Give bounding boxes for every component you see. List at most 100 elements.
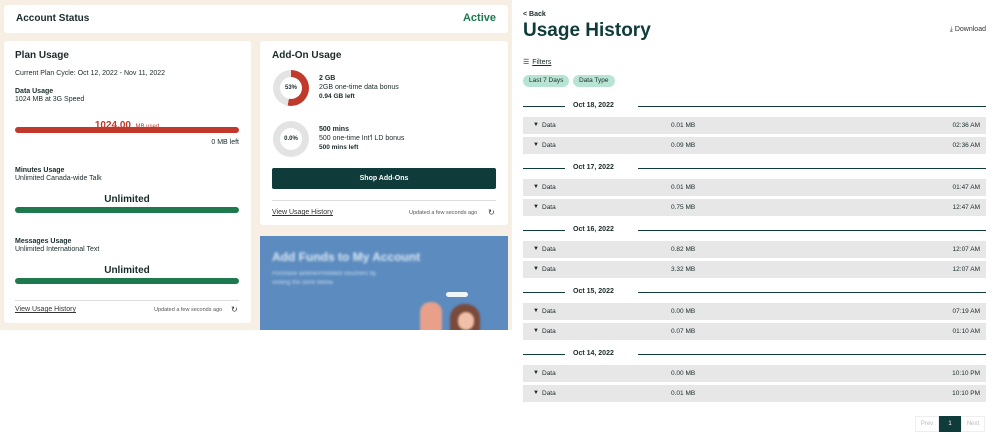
usage-time: 12:07 AM — [952, 245, 980, 253]
table-row[interactable]: ▼ Data 0.82 MB 12:07 AM — [523, 241, 986, 258]
usage-time: 10:10 PM — [952, 369, 980, 377]
updated-text: Updated a few seconds ago — [409, 210, 478, 216]
plan-usage-card: Plan Usage Current Plan Cycle: Oct 12, 2… — [4, 41, 251, 323]
download-icon: ⤓ — [949, 26, 953, 33]
history-group: Oct 18, 2022 ▼ Data 0.01 MB 02:36 AM ▼ Data 0.0… — [523, 98, 986, 154]
table-row[interactable]: ▼ Data 0.01 MB 01:47 AM — [523, 179, 986, 196]
table-row[interactable]: ▼ Data 0.01 MB 10:10 PM — [523, 385, 986, 402]
add-funds-banner[interactable]: Add Funds to My Account Purchase airtime… — [260, 236, 508, 330]
filter-icon: ☰ — [523, 59, 530, 66]
add-on-percent: 53% — [280, 77, 302, 99]
date-rule — [523, 106, 565, 107]
add-on-donut: 53% — [273, 70, 309, 106]
usage-type: Data — [542, 203, 556, 211]
date-label: Oct 14, 2022 — [573, 350, 614, 357]
download-button[interactable]: ⤓ Download — [950, 26, 986, 34]
filter-chip-last-7-days[interactable]: Last 7 Days — [523, 75, 570, 87]
table-row[interactable]: ▼ Data 0.09 MB 02:36 AM — [523, 137, 986, 154]
filter-chip-data-type[interactable]: Data Type — [573, 75, 615, 87]
usage-time: 02:36 AM — [952, 141, 980, 149]
date-label: Oct 16, 2022 — [573, 226, 614, 233]
shop-add-ons-button[interactable]: Shop Add-Ons — [272, 168, 496, 189]
refresh-icon[interactable]: ↻ — [488, 208, 495, 217]
date-rule — [523, 230, 565, 231]
updated-text: Updated a few seconds ago — [154, 307, 223, 313]
pagination-prev[interactable]: Prev — [915, 416, 939, 432]
table-row[interactable]: ▼ Data 3.32 MB 12:07 AM — [523, 261, 986, 278]
usage-time: 01:47 AM — [952, 183, 980, 191]
date-rule — [638, 354, 986, 355]
messages-value: Unlimited — [104, 265, 150, 276]
plan-cycle: Current Plan Cycle: Oct 12, 2022 - Nov 1… — [15, 70, 166, 77]
history-group: Oct 17, 2022 ▼ Data 0.01 MB 01:47 AM ▼ Data 0.7… — [523, 160, 986, 216]
usage-time: 02:36 AM — [952, 121, 980, 129]
divider — [15, 300, 239, 301]
date-header: Oct 15, 2022 — [523, 284, 986, 300]
minutes-value: Unlimited — [104, 194, 150, 205]
filters-button[interactable]: ☰ Filters — [523, 58, 551, 66]
minutes-usage-bar — [15, 207, 239, 213]
usage-amount: 0.75 MB — [671, 203, 696, 211]
messages-usage-sub: Unlimited International Text — [15, 246, 100, 253]
wifi-icon: ▼ — [533, 142, 539, 148]
usage-type: Data — [542, 369, 556, 377]
wifi-icon: ▼ — [533, 308, 539, 314]
add-on-usage-card: Add-On Usage 53% 2 GB 2GB one-time data … — [260, 41, 508, 225]
view-usage-history-link[interactable]: View Usage History — [15, 306, 76, 313]
add-on-donut: 0.0% — [273, 121, 309, 157]
usage-amount: 0.82 MB — [671, 245, 696, 253]
add-on-usage-title: Add-On Usage — [272, 50, 342, 61]
usage-type: Data — [542, 183, 556, 191]
messages-usage-title: Messages Usage — [15, 238, 72, 245]
usage-type: Data — [542, 265, 556, 273]
refresh-icon[interactable]: ↻ — [231, 305, 238, 314]
page-title: Usage History — [523, 20, 651, 41]
table-row[interactable]: ▼ Data 0.07 MB 01:10 AM — [523, 323, 986, 340]
usage-time: 07:19 AM — [952, 307, 980, 315]
download-label: Download — [954, 26, 986, 33]
table-row[interactable]: ▼ Data 0.00 MB 10:10 PM — [523, 365, 986, 382]
promo-person — [420, 302, 442, 330]
data-usage-title: Data Usage — [15, 88, 54, 95]
account-status-title: Account Status — [16, 13, 90, 24]
divider — [272, 200, 496, 201]
back-link[interactable]: < Back — [523, 11, 546, 18]
date-rule — [638, 106, 986, 107]
usage-amount: 0.01 MB — [671, 121, 696, 129]
history-group: Oct 14, 2022 ▼ Data 0.00 MB 10:10 PM ▼ Data 0.0… — [523, 346, 986, 402]
account-status-card: Account Status Active — [4, 5, 508, 33]
status-badge: Active — [462, 12, 496, 24]
minutes-usage-title: Minutes Usage — [15, 167, 65, 174]
date-rule — [638, 292, 986, 293]
usage-type: Data — [542, 307, 556, 315]
add-on-left: 500 mins left — [319, 144, 359, 151]
date-header: Oct 17, 2022 — [523, 160, 986, 176]
date-label: Oct 17, 2022 — [573, 164, 614, 171]
promo-line-2: visiting the store below. — [272, 280, 335, 286]
date-rule — [523, 354, 565, 355]
usage-amount: 0.09 MB — [671, 141, 696, 149]
add-on-desc: 2GB one-time data bonus — [319, 84, 399, 91]
promo-cloud — [446, 292, 468, 297]
usage-history-list: Oct 18, 2022 ▼ Data 0.01 MB 02:36 AM ▼ Data 0.0… — [523, 98, 986, 408]
history-group: Oct 15, 2022 ▼ Data 0.00 MB 07:19 AM ▼ Data 0.0… — [523, 284, 986, 340]
date-label: Oct 18, 2022 — [573, 102, 614, 109]
table-row[interactable]: ▼ Data 0.75 MB 12:47 AM — [523, 199, 986, 216]
table-row[interactable]: ▼ Data 0.00 MB 07:19 AM — [523, 303, 986, 320]
usage-type: Data — [542, 389, 556, 397]
add-on-name: 2 GB — [319, 75, 336, 82]
date-rule — [523, 292, 565, 293]
wifi-icon: ▼ — [533, 328, 539, 334]
usage-amount: 0.07 MB — [671, 327, 696, 335]
usage-time: 12:07 AM — [952, 265, 980, 273]
wifi-icon: ▼ — [533, 246, 539, 252]
pagination-current[interactable]: 1 — [939, 416, 961, 432]
table-row[interactable]: ▼ Data 0.01 MB 02:36 AM — [523, 117, 986, 134]
view-usage-history-link[interactable]: View Usage History — [272, 209, 333, 216]
data-left: 0 MB left — [211, 139, 239, 146]
wifi-icon: ▼ — [533, 204, 539, 210]
promo-line-1: Purchase airtime/Prebilled vouchers by — [272, 271, 377, 277]
pagination-next[interactable]: Next — [961, 416, 985, 432]
wifi-icon: ▼ — [533, 370, 539, 376]
wifi-icon: ▼ — [533, 390, 539, 396]
